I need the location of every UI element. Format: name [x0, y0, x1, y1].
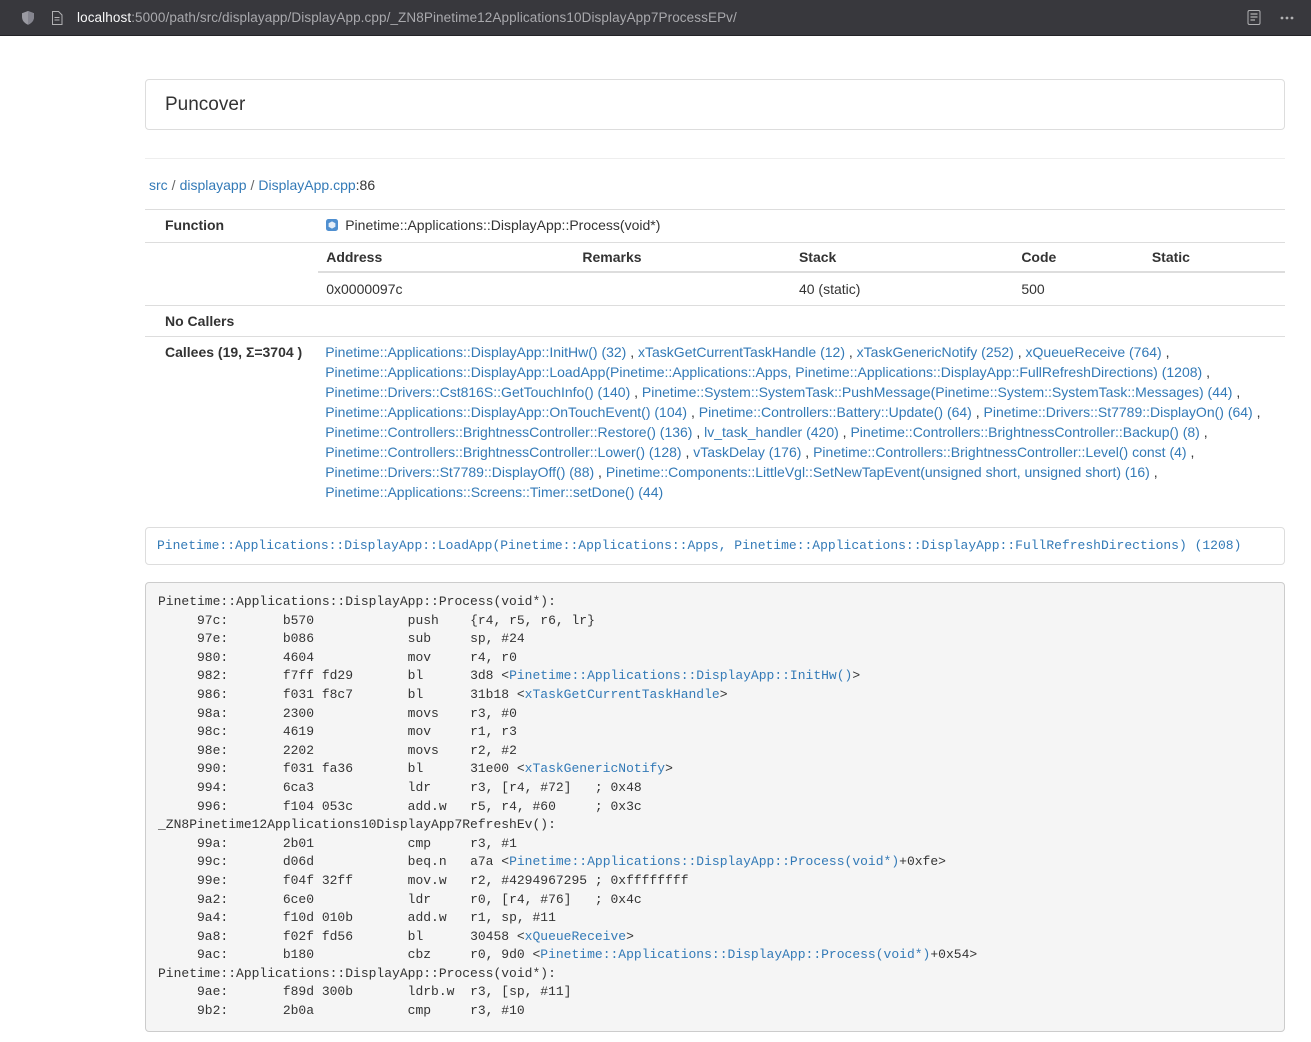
no-callers-row: No Callers	[145, 306, 1285, 337]
callee-link[interactable]: Pinetime::Controllers::BrightnessControl…	[850, 424, 1199, 440]
selected-symbol-link[interactable]: Pinetime::Applications::DisplayApp::Load…	[157, 538, 1241, 553]
function-row: Function Pinetime::Applications::Display…	[145, 210, 1285, 243]
callees-label: Callees (19, Σ=3704 )	[145, 337, 310, 508]
callee-link[interactable]: xTaskGetCurrentTaskHandle (12)	[638, 344, 845, 360]
disassembly-symbol-link[interactable]: Pinetime::Applications::DisplayApp::Proc…	[540, 947, 930, 962]
browser-chrome: localhost:5000/path/src/displayapp/Displ…	[0, 0, 1311, 36]
breadcrumb-separator: /	[172, 177, 176, 193]
remarks-value	[574, 272, 791, 305]
callee-link[interactable]: xTaskGenericNotify (252)	[857, 344, 1014, 360]
page-actions-menu-icon[interactable]	[1279, 10, 1295, 26]
site-identity-page-icon[interactable]	[51, 11, 63, 25]
callee-link[interactable]: Pinetime::Controllers::BrightnessControl…	[813, 444, 1186, 460]
callee-link[interactable]: Pinetime::Components::LittleVgl::SetNewT…	[606, 464, 1150, 480]
disassembly-symbol-link[interactable]: xTaskGenericNotify	[525, 761, 665, 776]
breadcrumb: src/displayapp/DisplayApp.cpp:86	[149, 175, 1285, 195]
divider	[145, 158, 1285, 159]
col-header-code: Code	[1013, 243, 1144, 272]
callees-cell: Pinetime::Applications::DisplayApp::Init…	[310, 337, 1285, 508]
col-header-static: Static	[1144, 243, 1285, 272]
app-title: Puncover	[165, 94, 245, 115]
reader-view-icon[interactable]	[1247, 10, 1261, 25]
callee-link[interactable]: lv_task_handler (420)	[704, 424, 839, 440]
url-bar[interactable]: localhost:5000/path/src/displayapp/Displ…	[77, 10, 1235, 25]
selected-symbol-panel: Pinetime::Applications::DisplayApp::Load…	[145, 527, 1285, 565]
callee-link[interactable]: Pinetime::Controllers::BrightnessControl…	[325, 424, 692, 440]
callee-link[interactable]: Pinetime::Drivers::St7789::DisplayOff() …	[325, 464, 594, 480]
callee-link[interactable]: Pinetime::Applications::Screens::Timer::…	[325, 484, 663, 500]
disassembly-pre: Pinetime::Applications::DisplayApp::Proc…	[145, 582, 1285, 1032]
breadcrumb-separator: /	[251, 177, 255, 193]
function-stats-table: Address Remarks Stack Code Static 0x0000…	[318, 243, 1285, 305]
breadcrumb-line-number: :86	[356, 177, 375, 193]
function-row-label: Function	[145, 210, 310, 243]
callee-link[interactable]: Pinetime::Controllers::BrightnessControl…	[325, 444, 681, 460]
function-type-icon	[325, 217, 339, 237]
callee-link[interactable]: Pinetime::Applications::DisplayApp::OnTo…	[325, 404, 687, 420]
col-header-address: Address	[318, 243, 574, 272]
app-title-panel: Puncover	[145, 79, 1285, 130]
tracking-protection-shield-icon[interactable]	[20, 10, 36, 26]
url-host: localhost	[77, 10, 131, 25]
callee-link[interactable]: Pinetime::System::SystemTask::PushMessag…	[642, 384, 1233, 400]
address-value: 0x0000097c	[318, 272, 574, 305]
callee-link[interactable]: Pinetime::Controllers::Battery::Update()…	[699, 404, 972, 420]
stack-value: 40 (static)	[791, 272, 1013, 305]
callee-link[interactable]: Pinetime::Applications::DisplayApp::Load…	[325, 364, 1202, 380]
breadcrumb-link-file[interactable]: DisplayApp.cpp	[258, 177, 355, 193]
disassembly-symbol-link[interactable]: Pinetime::Applications::DisplayApp::Init…	[509, 668, 852, 683]
callee-link[interactable]: vTaskDelay (176)	[693, 444, 801, 460]
callee-link[interactable]: xQueueReceive (764)	[1026, 344, 1162, 360]
url-path: :5000/path/src/displayapp/DisplayApp.cpp…	[131, 10, 737, 25]
function-stats-values-row: 0x0000097c 40 (static) 500	[318, 272, 1285, 305]
col-header-stack: Stack	[791, 243, 1013, 272]
function-name: Pinetime::Applications::DisplayApp::Proc…	[345, 217, 660, 233]
no-callers-label: No Callers	[145, 306, 310, 337]
callee-link[interactable]: Pinetime::Drivers::St7789::DisplayOn() (…	[984, 404, 1253, 420]
static-value	[1144, 272, 1285, 305]
disassembly-symbol-link[interactable]: xTaskGetCurrentTaskHandle	[525, 687, 720, 702]
function-detail-table: Function Pinetime::Applications::Display…	[145, 209, 1285, 507]
callee-link[interactable]: Pinetime::Applications::DisplayApp::Init…	[325, 344, 626, 360]
col-header-remarks: Remarks	[574, 243, 791, 272]
disassembly-symbol-link[interactable]: xQueueReceive	[525, 929, 626, 944]
main-content: Puncover src/displayapp/DisplayApp.cpp:8…	[145, 79, 1285, 1032]
breadcrumb-link-src[interactable]: src	[149, 177, 168, 193]
callee-link[interactable]: Pinetime::Drivers::Cst816S::GetTouchInfo…	[325, 384, 630, 400]
callees-row: Callees (19, Σ=3704 ) Pinetime::Applicat…	[145, 337, 1285, 508]
function-stats-row: Address Remarks Stack Code Static 0x0000…	[145, 243, 1285, 306]
code-value: 500	[1013, 272, 1144, 305]
disassembly-symbol-link[interactable]: Pinetime::Applications::DisplayApp::Proc…	[509, 854, 899, 869]
breadcrumb-link-displayapp[interactable]: displayapp	[180, 177, 247, 193]
